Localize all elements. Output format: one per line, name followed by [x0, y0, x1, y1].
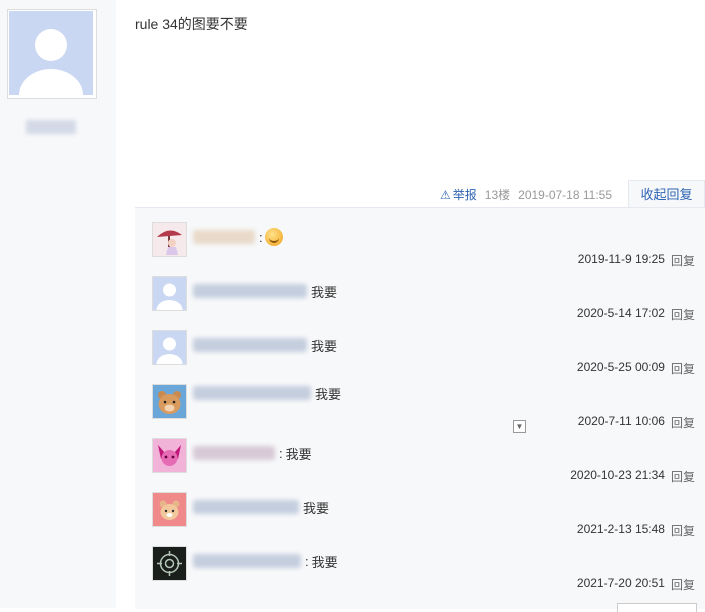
reply-line: 我要: [193, 336, 337, 354]
reply-line: : 我要: [193, 444, 312, 462]
reply-user-redacted[interactable]: [193, 386, 311, 400]
reply-avatar[interactable]: [152, 384, 187, 419]
reply-item: : 2019-11-9 19:25 回复: [135, 208, 705, 268]
reply-item: : 我要 2021-7-20 20:51 回复: [135, 532, 705, 592]
reply-text: 我要: [311, 338, 338, 354]
reply-user-redacted[interactable]: [193, 284, 307, 298]
reply-text: 我要: [311, 284, 338, 300]
reply-user-redacted[interactable]: [193, 230, 255, 244]
author-name-redacted[interactable]: [26, 120, 76, 134]
reply-avatar[interactable]: [152, 276, 187, 311]
reply-user-redacted[interactable]: [193, 500, 299, 514]
reply-time: 2021-7-20 20:51: [576, 576, 665, 590]
reply-avatar[interactable]: [152, 492, 187, 527]
reply-separator: :: [305, 553, 309, 569]
reply-text: 我要: [315, 386, 342, 402]
reply-line: 我要: [193, 384, 341, 402]
default-avatar-icon: [9, 11, 93, 95]
reply-separator: :: [259, 229, 263, 245]
reply-line: 我要: [193, 498, 329, 516]
reply-item: 我要 2020-5-14 17:02 回复: [135, 262, 705, 322]
reply-meta: 2021-7-20 20:51 回复: [577, 576, 695, 593]
warning-icon: ⚠: [440, 187, 451, 202]
smile-emoji-icon: [264, 228, 283, 246]
reply-item: 我要 2021-2-13 15:48 回复: [135, 478, 705, 538]
report-button[interactable]: ⚠ 举报: [440, 186, 477, 203]
reply-item: : 我要 2020-10-23 21:34 回复: [135, 424, 705, 484]
reply-text: 我要: [285, 446, 312, 462]
reply-avatar[interactable]: [152, 438, 187, 473]
reply-button[interactable]: 回复: [671, 576, 695, 593]
floor-number: 13楼: [484, 188, 511, 202]
collapse-replies-button[interactable]: 收起回复: [628, 180, 705, 208]
author-avatar[interactable]: [7, 9, 97, 99]
reply-text: 我要: [303, 500, 330, 516]
post-time: 2019-07-18 11:55: [518, 187, 612, 202]
reply-line: 我要: [193, 282, 337, 300]
reply-avatar[interactable]: [152, 222, 187, 257]
report-label: 举报: [452, 188, 477, 202]
reply-item: 我要 2020-5-25 00:09 回复: [135, 316, 705, 376]
post-content: rule 34的图要不要: [135, 16, 248, 32]
post-tail: ⚠ 举报 13楼 2019-07-18 11:55: [440, 186, 612, 203]
reply-item: 我要 2020-7-11 10:06 回复: [135, 370, 705, 430]
reply-avatar[interactable]: [152, 546, 187, 581]
reply-user-redacted[interactable]: [193, 338, 307, 352]
reply-line: : 我要: [193, 552, 338, 570]
reply-separator: :: [279, 445, 283, 461]
reply-list: : 2019-11-9 19:25 回复 我要 2020-5-14 17:02 …: [135, 207, 705, 609]
reply-user-redacted[interactable]: [193, 554, 301, 568]
reply-avatar[interactable]: [152, 330, 187, 365]
author-sidebar: [0, 0, 116, 608]
reply-user-redacted[interactable]: [193, 446, 275, 460]
reply-line: :: [193, 228, 283, 246]
reply-text: 我要: [311, 554, 338, 570]
dropdown-arrow-icon[interactable]: ▼: [513, 420, 526, 433]
